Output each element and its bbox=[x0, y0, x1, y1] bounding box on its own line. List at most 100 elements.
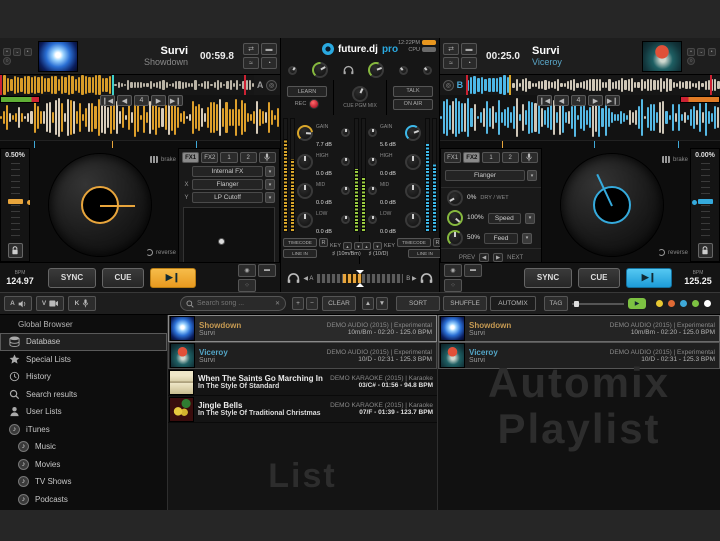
sort-button[interactable]: SORT bbox=[396, 296, 440, 311]
fx-feed-select[interactable]: Feed bbox=[484, 233, 518, 244]
chevron-down-icon[interactable]: ▾ bbox=[522, 233, 532, 244]
gain-a-knob[interactable] bbox=[297, 125, 313, 141]
on-air-button[interactable]: ON AIR bbox=[393, 99, 433, 110]
chevron-down-icon[interactable]: ▾ bbox=[265, 179, 275, 190]
fx-slot-select[interactable]: Internal FX bbox=[192, 166, 263, 177]
automix-button[interactable]: AUTOMIX bbox=[490, 296, 536, 311]
next-beat-icon[interactable]: ▶ bbox=[588, 95, 603, 106]
kill-mid-b-knob[interactable] bbox=[368, 186, 377, 195]
play-pause-button[interactable]: ▶❙ bbox=[626, 268, 672, 288]
filter-b-knob[interactable] bbox=[368, 128, 377, 137]
tag-dot-blue[interactable] bbox=[680, 300, 687, 307]
deck-a-brake[interactable]: brake bbox=[150, 156, 176, 163]
audio-filter-button[interactable]: A bbox=[4, 296, 32, 311]
timecode-button[interactable]: TIMECODE bbox=[397, 238, 431, 247]
fx-feed-knob[interactable] bbox=[447, 230, 463, 246]
deck-b-jog-wheel[interactable] bbox=[560, 153, 664, 257]
sidebar-item-tv-shows[interactable]: ♪ TV Shows bbox=[0, 473, 167, 491]
shuffle-button[interactable]: SHUFFLE bbox=[443, 296, 487, 311]
waveform-icon[interactable]: ≈ bbox=[243, 57, 259, 69]
fx1-tab[interactable]: FX1 bbox=[182, 152, 199, 163]
fx1-tab[interactable]: FX1 bbox=[444, 152, 461, 163]
fx-slot1-button[interactable]: 1 bbox=[220, 152, 237, 163]
slider-icon[interactable]: ▬ bbox=[258, 264, 276, 277]
fx-slot2-button[interactable]: 2 bbox=[240, 152, 257, 163]
tag-dot-green[interactable] bbox=[692, 300, 699, 307]
track-row[interactable]: Showdown Survi DEMO AUDIO (2015) | Exper… bbox=[438, 315, 720, 342]
fx-y-select[interactable]: LP Cutoff bbox=[192, 192, 263, 203]
keylock-button[interactable] bbox=[698, 243, 713, 258]
deck-b-reverse[interactable]: reverse bbox=[658, 249, 688, 256]
chevron-down-icon[interactable]: ▾ bbox=[265, 192, 275, 203]
deck-a-opt-button[interactable]: ⌄ bbox=[13, 48, 21, 56]
sidebar-item-history[interactable]: History bbox=[0, 368, 167, 386]
waveform-icon[interactable]: ≈ bbox=[443, 57, 459, 69]
deck-a-pitch-slider[interactable] bbox=[11, 163, 20, 239]
learn-button[interactable]: LEARN bbox=[287, 86, 327, 97]
low-a-knob[interactable] bbox=[297, 212, 313, 228]
deck-a-overview-waveform[interactable] bbox=[0, 75, 254, 95]
fx-speed-select[interactable]: Speed bbox=[488, 213, 521, 224]
mid-b-knob[interactable] bbox=[405, 183, 421, 199]
slider-icon[interactable]: ▬ bbox=[464, 264, 482, 277]
deck-b-opt-button[interactable]: ⌄ bbox=[697, 48, 705, 56]
high-a-knob[interactable] bbox=[297, 154, 313, 170]
prev-beat-icon[interactable]: ◀ bbox=[554, 95, 569, 106]
cover-icon[interactable]: ▬ bbox=[461, 43, 477, 55]
prev-bar-icon[interactable]: ❙◀ bbox=[537, 95, 552, 106]
clear-button[interactable]: CLEAR bbox=[322, 296, 356, 311]
sync-button[interactable]: SYNC bbox=[524, 268, 572, 288]
deck-a-eject-button[interactable]: ○ bbox=[3, 57, 11, 65]
fx-next-label[interactable]: NEXT bbox=[507, 255, 523, 261]
down-icon[interactable]: ▼ bbox=[376, 297, 388, 310]
fx-x-select[interactable]: Flanger bbox=[192, 179, 263, 190]
chevron-down-icon[interactable]: ▾ bbox=[265, 166, 275, 177]
tag-dot-orange[interactable] bbox=[668, 300, 675, 307]
track-row[interactable]: When The Saints Go Marching In In The St… bbox=[168, 369, 437, 396]
deck-a-jog-wheel[interactable] bbox=[48, 153, 152, 257]
close-icon[interactable]: ✕ bbox=[275, 300, 280, 307]
sidebar-item-special-lists[interactable]: Special Lists bbox=[0, 351, 167, 369]
cue-pgm-mix-knob[interactable] bbox=[352, 86, 368, 102]
chevron-down-icon[interactable]: ▾ bbox=[525, 213, 535, 224]
deck-b-eject-button[interactable]: ○ bbox=[687, 57, 695, 65]
deck-b-time[interactable]: 00:25.0 bbox=[480, 38, 526, 74]
track-row[interactable]: Jingle Bells In The Style Of Traditional… bbox=[168, 396, 437, 423]
up-icon[interactable]: ▲ bbox=[362, 297, 374, 310]
info-icon[interactable]: ◔ bbox=[461, 57, 477, 69]
high-b-knob[interactable] bbox=[405, 154, 421, 170]
mic1-knob[interactable] bbox=[399, 66, 408, 75]
low-b-knob[interactable] bbox=[405, 212, 421, 228]
fx-prev-label[interactable]: PREV bbox=[459, 255, 475, 261]
fx-slot2-button[interactable]: 2 bbox=[502, 152, 519, 163]
pads-icon[interactable]: ⁘ bbox=[444, 279, 462, 292]
timecode-r-button[interactable]: R bbox=[319, 238, 328, 247]
kill-high-b-knob[interactable] bbox=[368, 157, 377, 166]
crossfader[interactable] bbox=[317, 274, 403, 283]
fx-speed-knob[interactable] bbox=[447, 210, 463, 226]
deck-b-brake[interactable]: brake bbox=[662, 156, 688, 163]
mic-icon[interactable] bbox=[259, 152, 276, 163]
deck-b-pitch-slider[interactable] bbox=[701, 163, 710, 239]
mic-icon[interactable] bbox=[521, 152, 538, 163]
tag-button[interactable]: TAG bbox=[544, 296, 568, 311]
kill-low-a-knob[interactable] bbox=[341, 215, 350, 224]
deck-a-time[interactable]: 00:59.8 bbox=[194, 38, 240, 74]
filter-a-knob[interactable] bbox=[341, 128, 350, 137]
deck-b-opt-button[interactable]: • bbox=[687, 48, 695, 56]
line-in-button[interactable]: LINE IN bbox=[283, 249, 317, 258]
beat-jump-amount[interactable]: 4 bbox=[571, 95, 586, 106]
kill-mid-a-knob[interactable] bbox=[341, 186, 350, 195]
next-beat-icon[interactable]: ▶ bbox=[151, 95, 166, 106]
prev-icon[interactable]: ◀ bbox=[479, 253, 489, 262]
next-bar-icon[interactable]: ▶❙ bbox=[168, 95, 183, 106]
sidebar-item-itunes[interactable]: ♪ iTunes bbox=[0, 421, 167, 439]
vinyl-icon[interactable]: ◉ bbox=[238, 264, 256, 277]
timecode-button[interactable]: TIMECODE bbox=[283, 238, 317, 247]
prev-beat-icon[interactable]: ◀ bbox=[117, 95, 132, 106]
sidebar-item-database[interactable]: Database bbox=[0, 333, 167, 351]
mid-a-knob[interactable] bbox=[297, 183, 313, 199]
karaoke-filter-button[interactable]: K bbox=[68, 296, 96, 311]
pads-icon[interactable]: ⁘ bbox=[238, 279, 256, 292]
track-row[interactable]: Viceroy Survi DEMO AUDIO (2015) | Experi… bbox=[168, 342, 437, 369]
